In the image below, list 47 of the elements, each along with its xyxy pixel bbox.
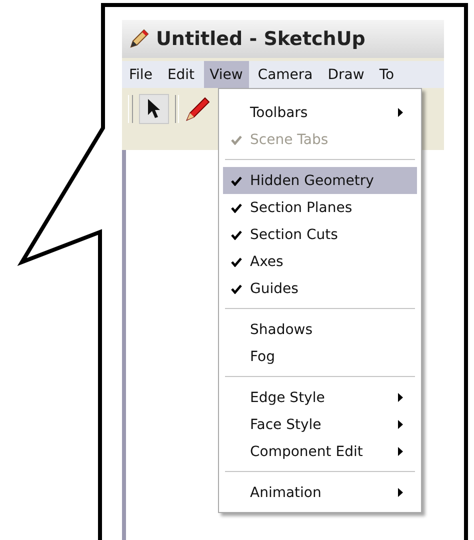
menu-item[interactable]: File — [123, 61, 158, 88]
menu-item[interactable]: Guides — [223, 275, 417, 302]
menu-item-label: Animation — [250, 484, 322, 500]
menu-item-label: Scene Tabs — [250, 132, 328, 148]
menu-item[interactable]: Shadows — [223, 316, 417, 343]
submenu-arrow-icon — [398, 393, 403, 402]
pencil-icon — [128, 28, 150, 50]
menu-item-label: Edge Style — [250, 390, 325, 406]
menu-item-label: Shadows — [250, 322, 313, 338]
submenu-arrow-icon — [398, 447, 403, 456]
menu-item[interactable]: Fog — [223, 343, 417, 370]
menu-item[interactable]: Hidden Geometry — [223, 167, 417, 194]
select-tool-button[interactable] — [139, 94, 169, 124]
menu-item[interactable]: Animation — [223, 479, 417, 506]
menu-item-label: Section Planes — [250, 200, 352, 216]
menu-item[interactable]: Toolbars — [223, 99, 417, 126]
menu-item-label: Face Style — [250, 416, 322, 432]
checkmark-icon — [231, 284, 242, 294]
menu-item[interactable]: To — [373, 61, 400, 88]
menu-item-label: Hidden Geometry — [250, 172, 374, 188]
pencil-icon[interactable] — [185, 96, 211, 122]
submenu-arrow-icon — [398, 108, 403, 117]
checkmark-icon — [231, 176, 242, 186]
menu-item-label: Toolbars — [250, 104, 308, 120]
checkmark-icon — [231, 134, 242, 144]
menu-item[interactable]: Edge Style — [223, 384, 417, 411]
menu-item[interactable]: Face Style — [223, 411, 417, 438]
menu-item[interactable]: Axes — [223, 248, 417, 275]
submenu-arrow-icon — [398, 420, 403, 429]
menu-item-label: Axes — [250, 254, 284, 270]
menu-item-label: Component Edit — [250, 444, 363, 460]
menu-item[interactable]: Camera — [252, 61, 319, 88]
window-title: Untitled - SketchUp — [156, 28, 366, 50]
checkmark-icon — [231, 230, 242, 240]
submenu-arrow-icon — [398, 488, 403, 497]
menu-item[interactable]: View — [204, 61, 249, 88]
cursor-arrow-icon — [146, 98, 162, 120]
menu-item[interactable]: Section Planes — [223, 194, 417, 221]
menu-item[interactable]: Section Cuts — [223, 221, 417, 248]
menu-item[interactable]: Draw — [322, 61, 370, 88]
menu-item-label: Guides — [250, 280, 298, 296]
menu-item-label: Section Cuts — [250, 226, 338, 242]
menu-item-label: Fog — [250, 348, 276, 364]
menu-item[interactable]: Component Edit — [223, 438, 417, 465]
checkmark-icon — [231, 202, 242, 212]
menu-item[interactable]: Edit — [161, 61, 201, 88]
checkmark-icon — [231, 256, 242, 266]
